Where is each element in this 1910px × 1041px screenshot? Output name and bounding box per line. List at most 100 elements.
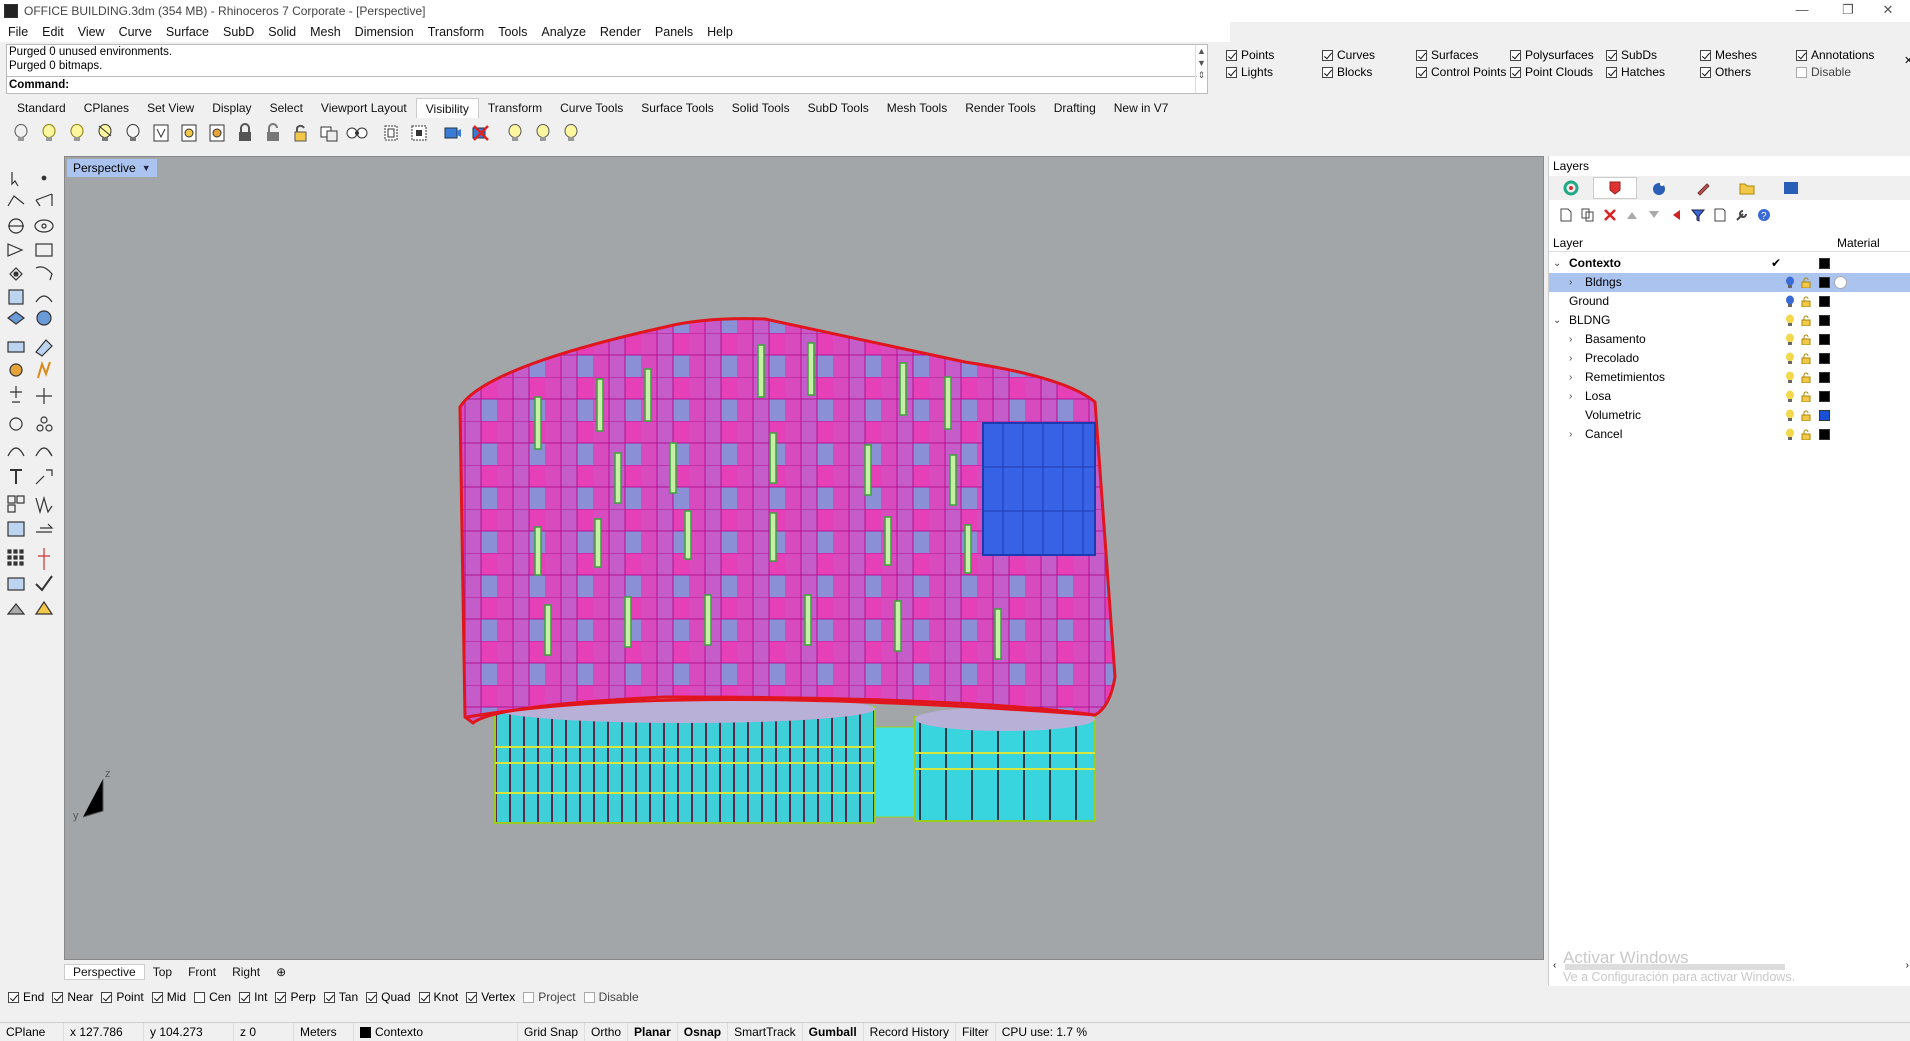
unlock-icon[interactable]	[1801, 410, 1811, 421]
unlock-selected-icon[interactable]	[346, 122, 368, 144]
chevron-down-icon[interactable]: ⌄	[1553, 311, 1563, 330]
hide-points-icon[interactable]	[178, 122, 200, 144]
properties-tab-icon[interactable]	[1549, 177, 1593, 199]
vis-polysurfaces-checkbox[interactable]: Polysurfaces	[1510, 48, 1594, 62]
vis-point-clouds-checkbox[interactable]: Point Clouds	[1510, 65, 1593, 79]
light-bulb-icon[interactable]	[1785, 428, 1795, 441]
vp-tab-front[interactable]: Front	[180, 965, 224, 979]
chevron-down-icon[interactable]: ⌄	[1553, 254, 1563, 273]
vis-control-points-checkbox[interactable]: Control Points	[1416, 65, 1506, 79]
move-down-icon[interactable]	[1643, 205, 1665, 225]
hide-lights-icon[interactable]	[532, 122, 554, 144]
menu-help[interactable]: Help	[707, 25, 733, 39]
lock-selected-icon[interactable]	[318, 122, 340, 144]
tab-subd-tools[interactable]: SubD Tools	[799, 98, 878, 118]
unlock-icon[interactable]	[1801, 372, 1811, 383]
smarttrack-toggle[interactable]: SmartTrack	[728, 1022, 803, 1041]
osnap-int[interactable]: Int	[239, 990, 267, 1004]
show-grips-icon[interactable]	[206, 122, 228, 144]
menu-render[interactable]: Render	[600, 25, 641, 39]
hide-swap-icon[interactable]	[66, 122, 88, 144]
perspective-viewport[interactable]: Perspective ▼ z y	[64, 156, 1544, 960]
tools-icon[interactable]	[1709, 205, 1731, 225]
layer-color-swatch[interactable]	[1819, 410, 1830, 421]
osnap-near[interactable]: Near	[52, 990, 93, 1004]
vp-tab-perspective[interactable]: Perspective	[64, 964, 145, 980]
menu-solid[interactable]: Solid	[268, 25, 296, 39]
light-bulb-icon[interactable]	[1785, 314, 1795, 327]
unlock-icon[interactable]	[1801, 353, 1811, 364]
menu-dimension[interactable]: Dimension	[355, 25, 414, 39]
tab-viewport-layout[interactable]: Viewport Layout	[312, 98, 416, 118]
materials-tab-icon[interactable]	[1681, 177, 1725, 199]
vis-blocks-checkbox[interactable]: Blocks	[1322, 65, 1372, 79]
tab-select[interactable]: Select	[261, 98, 312, 118]
vis-disable-checkbox[interactable]: Disable	[1796, 65, 1851, 79]
tab-curve-tools[interactable]: Curve Tools	[551, 98, 632, 118]
vp-tab-top[interactable]: Top	[145, 965, 180, 979]
light-bulb-icon[interactable]	[1785, 352, 1795, 365]
show-points-icon[interactable]	[150, 122, 172, 144]
gumball-toggle[interactable]: Gumball	[803, 1022, 864, 1041]
layer-row-ground[interactable]: Ground	[1549, 292, 1910, 311]
light-bulb-icon[interactable]	[1785, 390, 1795, 403]
unlock-icon[interactable]	[1801, 391, 1811, 402]
filter-icon[interactable]	[1687, 205, 1709, 225]
tab-drafting[interactable]: Drafting	[1045, 98, 1105, 118]
show-selected-icon[interactable]	[94, 122, 116, 144]
vis-annotations-checkbox[interactable]: Annotations	[1796, 48, 1874, 62]
planar-toggle[interactable]: Planar	[628, 1022, 678, 1041]
light-bulb-icon[interactable]	[1785, 409, 1795, 422]
osnap-vertex[interactable]: Vertex	[466, 990, 515, 1004]
vis-meshes-checkbox[interactable]: Meshes	[1700, 48, 1757, 62]
hide-edges-icon[interactable]	[408, 122, 430, 144]
tab-solid-tools[interactable]: Solid Tools	[723, 98, 799, 118]
chevron-right-icon[interactable]: ›	[1569, 349, 1579, 368]
light-bulb-icon[interactable]	[1785, 276, 1795, 289]
new-layer-icon[interactable]	[1555, 205, 1577, 225]
hide-camera-icon[interactable]	[470, 122, 492, 144]
vis-curves-checkbox[interactable]: Curves	[1322, 48, 1375, 62]
layer-color-swatch[interactable]	[1819, 334, 1830, 345]
unlock-icon[interactable]	[262, 122, 284, 144]
menu-view[interactable]: View	[78, 25, 105, 39]
tab-set-view[interactable]: Set View	[138, 98, 203, 118]
osnap-tan[interactable]: Tan	[323, 990, 358, 1004]
layers-tab-icon[interactable]	[1593, 177, 1637, 199]
hide-objects-icon[interactable]	[38, 122, 60, 144]
layer-color-swatch[interactable]	[1819, 315, 1830, 326]
light-bulb-icon[interactable]	[1785, 371, 1795, 384]
help-icon[interactable]: ?	[1753, 205, 1775, 225]
menu-surface[interactable]: Surface	[166, 25, 209, 39]
unlock-icon[interactable]	[1801, 334, 1811, 345]
chevron-right-icon[interactable]: ›	[1569, 368, 1579, 387]
close-button[interactable]: ✕	[1866, 0, 1910, 22]
tab-cplanes[interactable]: CPlanes	[75, 98, 138, 118]
vis-lights-checkbox[interactable]: Lights	[1226, 65, 1273, 79]
grid-snap-toggle[interactable]: Grid Snap	[518, 1022, 586, 1041]
layer-row-losa[interactable]: › Losa	[1549, 387, 1910, 406]
command-input[interactable]: Command:	[7, 76, 1197, 93]
osnap-end[interactable]: End	[8, 990, 44, 1004]
tab-render-tools[interactable]: Render Tools	[956, 98, 1045, 118]
layer-row-contexto[interactable]: ⌄ Contexto ✔	[1549, 254, 1910, 273]
vp-tab-right[interactable]: Right	[224, 965, 268, 979]
layer-row-volumetric[interactable]: Volumetric	[1549, 406, 1910, 425]
tab-visibility[interactable]: Visibility	[415, 98, 479, 118]
vis-points-checkbox[interactable]: Points	[1226, 48, 1274, 62]
menu-tools[interactable]: Tools	[498, 25, 527, 39]
show-edges-icon[interactable]	[380, 122, 402, 144]
libraries-tab-icon[interactable]	[1725, 177, 1769, 199]
tab-surface-tools[interactable]: Surface Tools	[632, 98, 723, 118]
layer-color-swatch[interactable]	[1819, 372, 1830, 383]
menu-curve[interactable]: Curve	[119, 25, 152, 39]
menu-edit[interactable]: Edit	[42, 25, 64, 39]
chevron-right-icon[interactable]: ›	[1569, 273, 1579, 292]
status-units[interactable]: Meters	[294, 1022, 354, 1041]
lock-icon[interactable]	[234, 122, 256, 144]
light-bulb-icon[interactable]	[1785, 333, 1795, 346]
filter-toggle[interactable]: Filter	[956, 1022, 996, 1041]
osnap-project[interactable]: Project	[523, 990, 576, 1004]
chevron-right-icon[interactable]: ›	[1569, 425, 1579, 444]
tab-transform[interactable]: Transform	[479, 98, 551, 118]
